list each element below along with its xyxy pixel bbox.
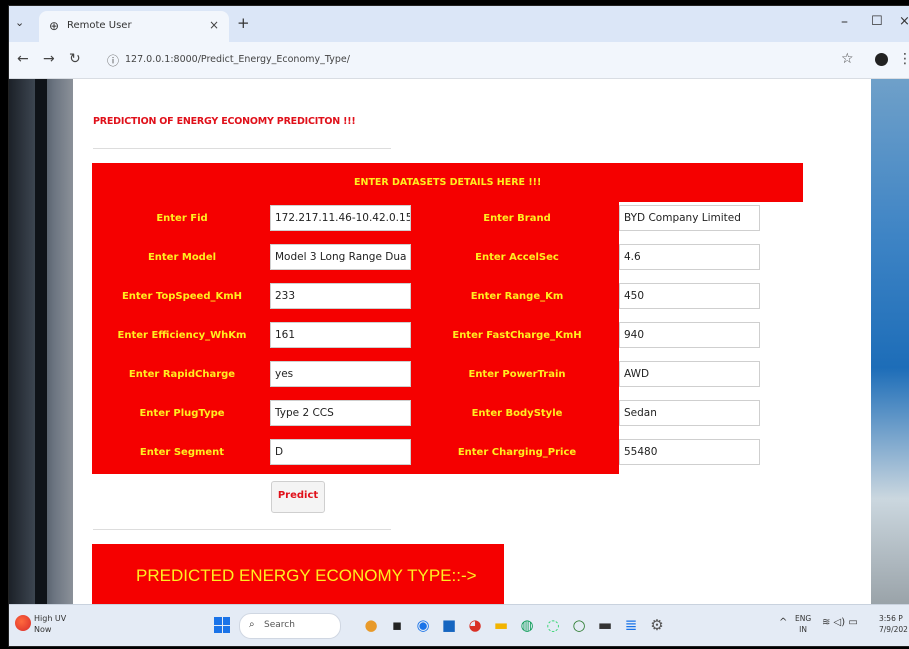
field-label-plugtype: Enter PlugType (139, 408, 225, 419)
topspeed-input[interactable]: 233 (270, 283, 411, 309)
chevron-up-icon[interactable]: ^ (779, 617, 787, 628)
predict-button[interactable]: Predict (271, 481, 325, 513)
model-input[interactable]: Model 3 Long Range Dua (270, 244, 411, 270)
widgets-app-icon[interactable]: ● (361, 615, 381, 635)
background-image-left (9, 79, 73, 604)
field-label-bodystyle: Enter BodyStyle (471, 408, 563, 419)
close-window-button[interactable]: × (899, 14, 909, 29)
plugtype-input[interactable]: Type 2 CCS (270, 400, 411, 426)
rapidcharge-input[interactable]: yes (270, 361, 411, 387)
prediction-form: Enter Fid 172.217.11.46-10.42.0.15 Enter… (92, 202, 760, 474)
bookmark-star-icon[interactable]: ☆ (841, 51, 854, 67)
profile-avatar[interactable] (875, 53, 888, 66)
prediction-result-box: PREDICTED ENERGY ECONOMY TYPE::-> (92, 544, 504, 604)
field-label-accelsec: Enter AccelSec (475, 252, 559, 263)
field-label-model: Enter Model (147, 252, 217, 263)
url-text[interactable]: 127.0.0.1:8000/Predict_Energy_Economy_Ty… (125, 54, 350, 65)
chrome-app-icon[interactable]: ◕ (465, 615, 485, 635)
tab-strip: ⌄ ⊕ Remote User × + – ☐ × (9, 6, 909, 42)
field-label-fastcharge: Enter FastCharge_KmH (452, 330, 582, 341)
minimize-button[interactable]: – (841, 14, 848, 30)
forward-arrow-icon[interactable]: → (43, 51, 55, 67)
browser-tab[interactable]: ⊕ Remote User × (39, 11, 229, 42)
new-tab-button[interactable]: + (237, 14, 250, 32)
clock[interactable]: 3:56 P 7/9/202 (879, 613, 908, 635)
charging-price-input[interactable]: 55480 (619, 439, 760, 465)
tab-close-icon[interactable]: × (209, 18, 219, 32)
terminal-app-icon[interactable]: ▬ (595, 615, 615, 635)
browser-toolbar: ← → ↻ ⓘ 127.0.0.1:8000/Predict_Energy_Ec… (9, 42, 909, 79)
tab-title: Remote User (67, 20, 132, 31)
field-label-topspeed: Enter TopSpeed_KmH (121, 291, 243, 302)
whatsapp-icon[interactable]: ◌ (543, 615, 563, 635)
field-label-fid: Enter Fid (156, 213, 208, 224)
powertrain-input[interactable]: AWD (619, 361, 760, 387)
network-volume-battery-icons[interactable]: ≋ ◁) ▭ (822, 617, 858, 628)
fastcharge-input[interactable]: 940 (619, 322, 760, 348)
weather-uv-icon[interactable] (15, 615, 31, 631)
reload-icon[interactable]: ↻ (69, 51, 81, 67)
app-icon[interactable]: ○ (569, 615, 589, 635)
divider (93, 529, 391, 530)
background-image-right (871, 79, 909, 604)
clock-date: 7/9/202 (879, 625, 908, 634)
clock-time: 3:56 P (879, 614, 903, 623)
field-label-segment: Enter Segment (139, 447, 225, 458)
task-view-icon[interactable]: ▪ (387, 615, 407, 635)
weather-title: High UV (34, 614, 67, 623)
field-label-range: Enter Range_Km (470, 291, 564, 302)
site-info-icon[interactable]: ⓘ (107, 52, 119, 69)
store-app-icon[interactable]: ■ (439, 615, 459, 635)
browser-window: ⌄ ⊕ Remote User × + – ☐ × ← → ↻ ⓘ 127.0.… (8, 5, 909, 647)
accelsec-input[interactable]: 4.6 (619, 244, 760, 270)
tab-list-chevron-icon[interactable]: ⌄ (15, 16, 24, 29)
settings-gear-icon[interactable]: ⚙ (647, 615, 667, 635)
page-viewport: PREDICTION OF ENERGY ECONOMY PREDICITON … (9, 79, 909, 604)
field-label-brand: Enter Brand (483, 213, 551, 224)
range-input[interactable]: 450 (619, 283, 760, 309)
address-bar[interactable]: ⓘ 127.0.0.1:8000/Predict_Energy_Economy_… (101, 48, 856, 72)
field-label-powertrain: Enter PowerTrain (468, 369, 566, 380)
chat-app-icon[interactable]: ◉ (413, 615, 433, 635)
windows-taskbar: High UV Now ⌕ Search ● ▪ ◉ ■ ◕ ▬ ◍ ◌ ○ ▬… (9, 604, 909, 646)
field-label-charging-price: Enter Charging_Price (457, 447, 577, 458)
form-header: ENTER DATASETS DETAILS HERE !!! (92, 163, 803, 202)
taskbar-search[interactable]: ⌕ Search (239, 613, 341, 639)
field-label-efficiency: Enter Efficiency_WhKm (117, 330, 247, 341)
file-explorer-icon[interactable]: ▬ (491, 615, 511, 635)
language-indicator[interactable]: ENG IN (795, 613, 811, 635)
region-code: IN (799, 625, 807, 634)
form-header-title: ENTER DATASETS DETAILS HERE !!! (354, 177, 542, 188)
weather-subtitle: Now (34, 625, 52, 634)
notepad-app-icon[interactable]: ≣ (621, 615, 641, 635)
search-placeholder: Search (264, 620, 295, 630)
segment-input[interactable]: D (270, 439, 411, 465)
search-icon: ⌕ (249, 619, 255, 630)
weather-widget[interactable]: High UV Now (34, 613, 66, 635)
prediction-result-label: PREDICTED ENERGY ECONOMY TYPE::-> (136, 566, 477, 585)
bodystyle-input[interactable]: Sedan (619, 400, 760, 426)
field-label-rapidcharge: Enter RapidCharge (128, 369, 236, 380)
windows-start-button[interactable] (214, 617, 230, 633)
efficiency-input[interactable]: 161 (270, 322, 411, 348)
maximize-button[interactable]: ☐ (871, 14, 883, 29)
brand-input[interactable]: BYD Company Limited (619, 205, 760, 231)
back-arrow-icon[interactable]: ← (17, 51, 29, 67)
globe-icon: ⊕ (49, 19, 60, 33)
page-title: PREDICTION OF ENERGY ECONOMY PREDICITON … (93, 116, 356, 127)
language-code: ENG (795, 614, 812, 623)
divider (93, 148, 391, 149)
menu-dots-icon[interactable]: ⋮ (898, 51, 909, 67)
edge-app-icon[interactable]: ◍ (517, 615, 537, 635)
fid-input[interactable]: 172.217.11.46-10.42.0.15 (270, 205, 411, 231)
main-content: PREDICTION OF ENERGY ECONOMY PREDICITON … (73, 79, 871, 604)
